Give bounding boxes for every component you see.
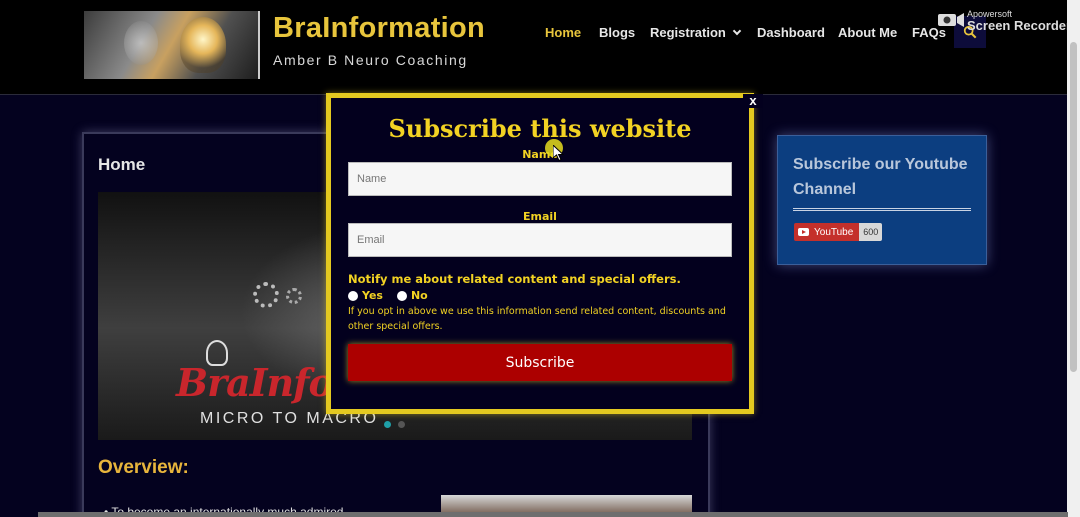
screen-recorder-watermark: Apowersoft Screen Recorder: [937, 8, 1080, 34]
widget-title: Subscribe our Youtube Channel: [793, 156, 968, 198]
opt-in-radio-group: Yes No: [348, 289, 442, 302]
email-label: Email: [523, 210, 557, 223]
nav-item-blogs[interactable]: Blogs: [599, 25, 635, 40]
nav-item-registration-label: Registration: [650, 25, 726, 40]
page-scrollbar[interactable]: [1067, 0, 1080, 517]
site-tagline: Amber B Neuro Coaching: [273, 52, 468, 68]
subscriber-count: 600: [859, 223, 883, 241]
gear-icon: [253, 282, 279, 308]
opt-in-disclaimer: If you opt in above we use this informat…: [348, 306, 726, 332]
chevron-down-icon: [732, 26, 742, 36]
radio-no-label: No: [410, 289, 428, 302]
radio-button[interactable]: [348, 290, 358, 301]
page-title: Home: [98, 155, 146, 174]
nav-item-registration[interactable]: Registration: [650, 25, 742, 40]
nav-item-about-me[interactable]: About Me: [838, 25, 897, 40]
slider-dot-active[interactable]: [384, 421, 391, 428]
name-label: Name: [522, 148, 558, 161]
gear-icon: [286, 288, 302, 304]
name-field[interactable]: [348, 162, 732, 196]
email-field[interactable]: [348, 223, 732, 257]
radio-no[interactable]: No: [396, 289, 428, 302]
scrollbar-thumb[interactable]: [1070, 42, 1077, 372]
overview-heading: Overview:: [98, 457, 189, 478]
close-button[interactable]: x: [743, 94, 763, 108]
youtube-subscribe-button[interactable]: YouTube 600: [794, 223, 883, 241]
watermark-product: Screen Recorder: [967, 18, 1072, 33]
youtube-label: YouTube: [814, 226, 854, 238]
youtube-play-icon: [798, 228, 809, 236]
subscribe-button[interactable]: Subscribe: [348, 344, 732, 381]
nav-item-home[interactable]: Home: [545, 25, 581, 40]
horizontal-scrollbar[interactable]: [38, 512, 1068, 517]
nav-item-dashboard[interactable]: Dashboard: [757, 25, 825, 40]
site-logo-image[interactable]: [84, 11, 260, 79]
radio-button[interactable]: [396, 290, 407, 301]
radio-yes[interactable]: Yes: [348, 289, 383, 302]
popup-title: Subscribe this website: [388, 114, 692, 143]
radio-yes-label: Yes: [362, 289, 383, 302]
video-camera-icon: [938, 13, 964, 27]
mouse-pointer-icon: [553, 145, 565, 161]
notify-label: Notify me about related content and spec…: [348, 272, 681, 286]
site-title[interactable]: BraInformation: [273, 12, 485, 45]
divider: [793, 208, 971, 211]
slider-dot[interactable]: [398, 421, 405, 428]
site-header: BraInformation Amber B Neuro Coaching Ho…: [0, 0, 1080, 95]
